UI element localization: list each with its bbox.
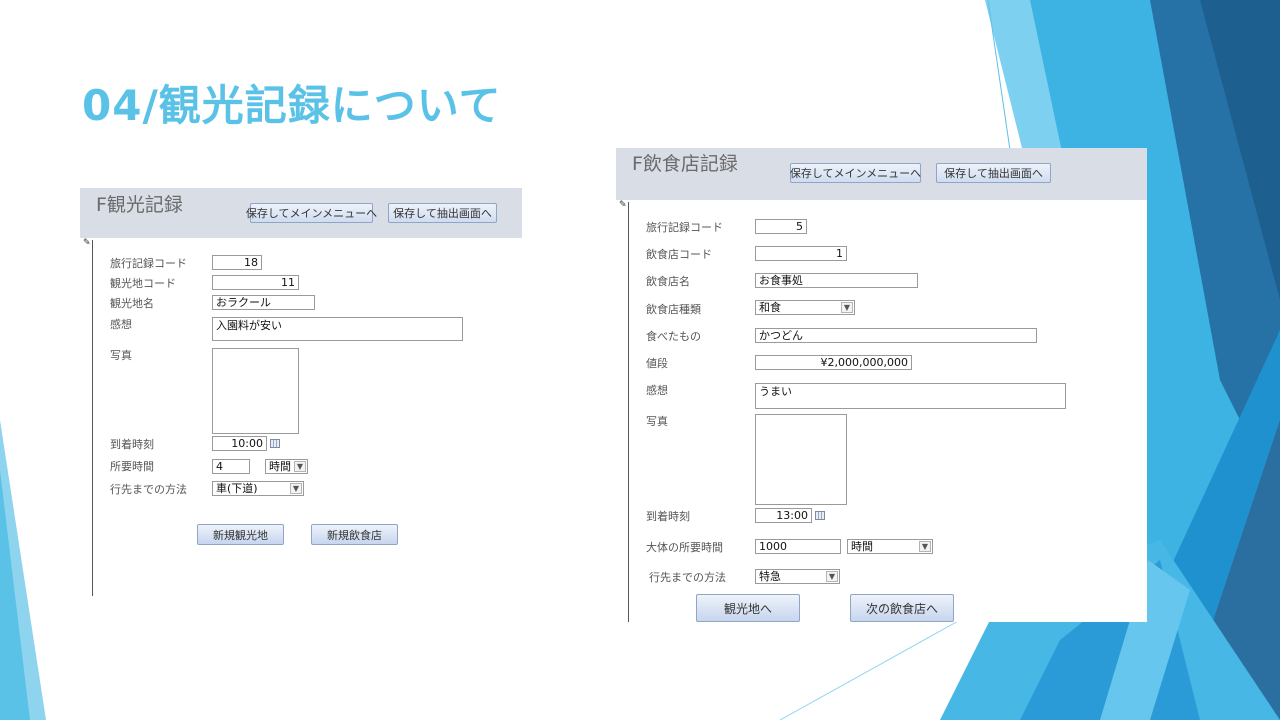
restaurant-type-value: 和食 bbox=[759, 301, 781, 314]
to-spot-button[interactable]: 観光地へ bbox=[696, 594, 800, 622]
label-spot-name: 観光地名 bbox=[110, 297, 154, 310]
impression-field[interactable]: 入園料が安い bbox=[212, 317, 463, 341]
duration-field[interactable]: 1000 bbox=[755, 539, 841, 554]
calendar-icon[interactable] bbox=[270, 439, 280, 448]
restaurant-name-field[interactable]: お食事処 bbox=[755, 273, 918, 288]
photo-frame[interactable] bbox=[212, 348, 299, 434]
arrival-time-field[interactable]: 10:00 bbox=[212, 436, 267, 451]
label-travel-code: 旅行記録コード bbox=[110, 257, 187, 270]
price-field[interactable]: ¥2,000,000,000 bbox=[755, 355, 912, 370]
form-title: F飲食店記録 bbox=[632, 153, 738, 175]
chevron-down-icon[interactable]: ▼ bbox=[919, 541, 931, 552]
label-photo: 写真 bbox=[646, 415, 668, 428]
form-restaurant-record: F飲食店記録 保存してメインメニューへ 保存して抽出画面へ ✎ 旅行記録コード … bbox=[616, 148, 1147, 622]
spot-name-field[interactable]: おラクール bbox=[212, 295, 315, 310]
label-impression: 感想 bbox=[110, 318, 132, 331]
label-duration: 大体の所要時間 bbox=[646, 541, 723, 554]
save-to-extract-button[interactable]: 保存して抽出画面へ bbox=[388, 203, 497, 223]
transport-value: 特急 bbox=[759, 570, 781, 583]
label-restaurant-name: 飲食店名 bbox=[646, 275, 690, 288]
label-restaurant-code: 飲食店コード bbox=[646, 248, 712, 261]
label-price: 値段 bbox=[646, 357, 668, 370]
label-restaurant-type: 飲食店種類 bbox=[646, 303, 701, 316]
duration-field[interactable]: 4 bbox=[212, 459, 250, 474]
duration-unit-value: 時間 bbox=[851, 540, 873, 553]
label-spot-code: 観光地コード bbox=[110, 277, 176, 290]
duration-unit-select[interactable]: 時間 ▼ bbox=[265, 459, 308, 474]
form-header: F観光記録 保存してメインメニューへ 保存して抽出画面へ bbox=[80, 188, 522, 238]
label-arrival-time: 到着時刻 bbox=[646, 510, 690, 523]
duration-unit-value: 時間 bbox=[269, 460, 291, 473]
arrival-time-field[interactable]: 13:00 bbox=[755, 508, 812, 523]
chevron-down-icon[interactable]: ▼ bbox=[290, 483, 302, 494]
restaurant-code-field[interactable]: 1 bbox=[755, 246, 847, 261]
travel-code-field[interactable]: 18 bbox=[212, 255, 262, 270]
chevron-down-icon[interactable]: ▼ bbox=[826, 571, 838, 582]
transport-value: 車(下道) bbox=[216, 482, 258, 495]
calendar-icon[interactable] bbox=[815, 511, 825, 520]
photo-frame[interactable] bbox=[755, 414, 847, 505]
new-restaurant-button[interactable]: 新規飲食店 bbox=[311, 524, 398, 545]
food-field[interactable]: かつどん bbox=[755, 328, 1037, 343]
restaurant-type-select[interactable]: 和食 ▼ bbox=[755, 300, 855, 315]
duration-unit-select[interactable]: 時間 ▼ bbox=[847, 539, 933, 554]
record-selector-bar bbox=[92, 240, 93, 596]
label-transport: 行先までの方法 bbox=[649, 571, 726, 584]
spot-code-field[interactable]: 11 bbox=[212, 275, 299, 290]
form-header: F飲食店記録 保存してメインメニューへ 保存して抽出画面へ bbox=[616, 148, 1147, 200]
label-arrival-time: 到着時刻 bbox=[110, 438, 154, 451]
save-to-main-menu-button[interactable]: 保存してメインメニューへ bbox=[246, 203, 377, 223]
label-photo: 写真 bbox=[110, 349, 132, 362]
save-to-extract-button[interactable]: 保存して抽出画面へ bbox=[936, 163, 1051, 183]
label-transport: 行先までの方法 bbox=[110, 483, 187, 496]
slide-title: 04/観光記録について bbox=[82, 81, 502, 130]
save-to-main-menu-button[interactable]: 保存してメインメニューへ bbox=[790, 163, 921, 183]
label-duration: 所要時間 bbox=[110, 460, 154, 473]
chevron-down-icon[interactable]: ▼ bbox=[294, 461, 306, 472]
next-restaurant-button[interactable]: 次の飲食店へ bbox=[850, 594, 954, 622]
label-food: 食べたもの bbox=[646, 330, 701, 343]
pencil-icon: ✎ bbox=[83, 238, 91, 248]
new-spot-button[interactable]: 新規観光地 bbox=[197, 524, 284, 545]
transport-select[interactable]: 特急 ▼ bbox=[755, 569, 840, 584]
label-impression: 感想 bbox=[646, 384, 668, 397]
pencil-icon: ✎ bbox=[619, 200, 627, 210]
chevron-down-icon[interactable]: ▼ bbox=[841, 302, 853, 313]
travel-code-field[interactable]: 5 bbox=[755, 219, 807, 234]
record-selector-bar bbox=[628, 202, 629, 622]
form-title: F観光記録 bbox=[96, 194, 183, 216]
transport-select[interactable]: 車(下道) ▼ bbox=[212, 481, 304, 496]
label-travel-code: 旅行記録コード bbox=[646, 221, 723, 234]
form-sightseeing-record: F観光記録 保存してメインメニューへ 保存して抽出画面へ ✎ 旅行記録コード 1… bbox=[80, 188, 522, 598]
impression-field[interactable]: うまい bbox=[755, 383, 1066, 409]
